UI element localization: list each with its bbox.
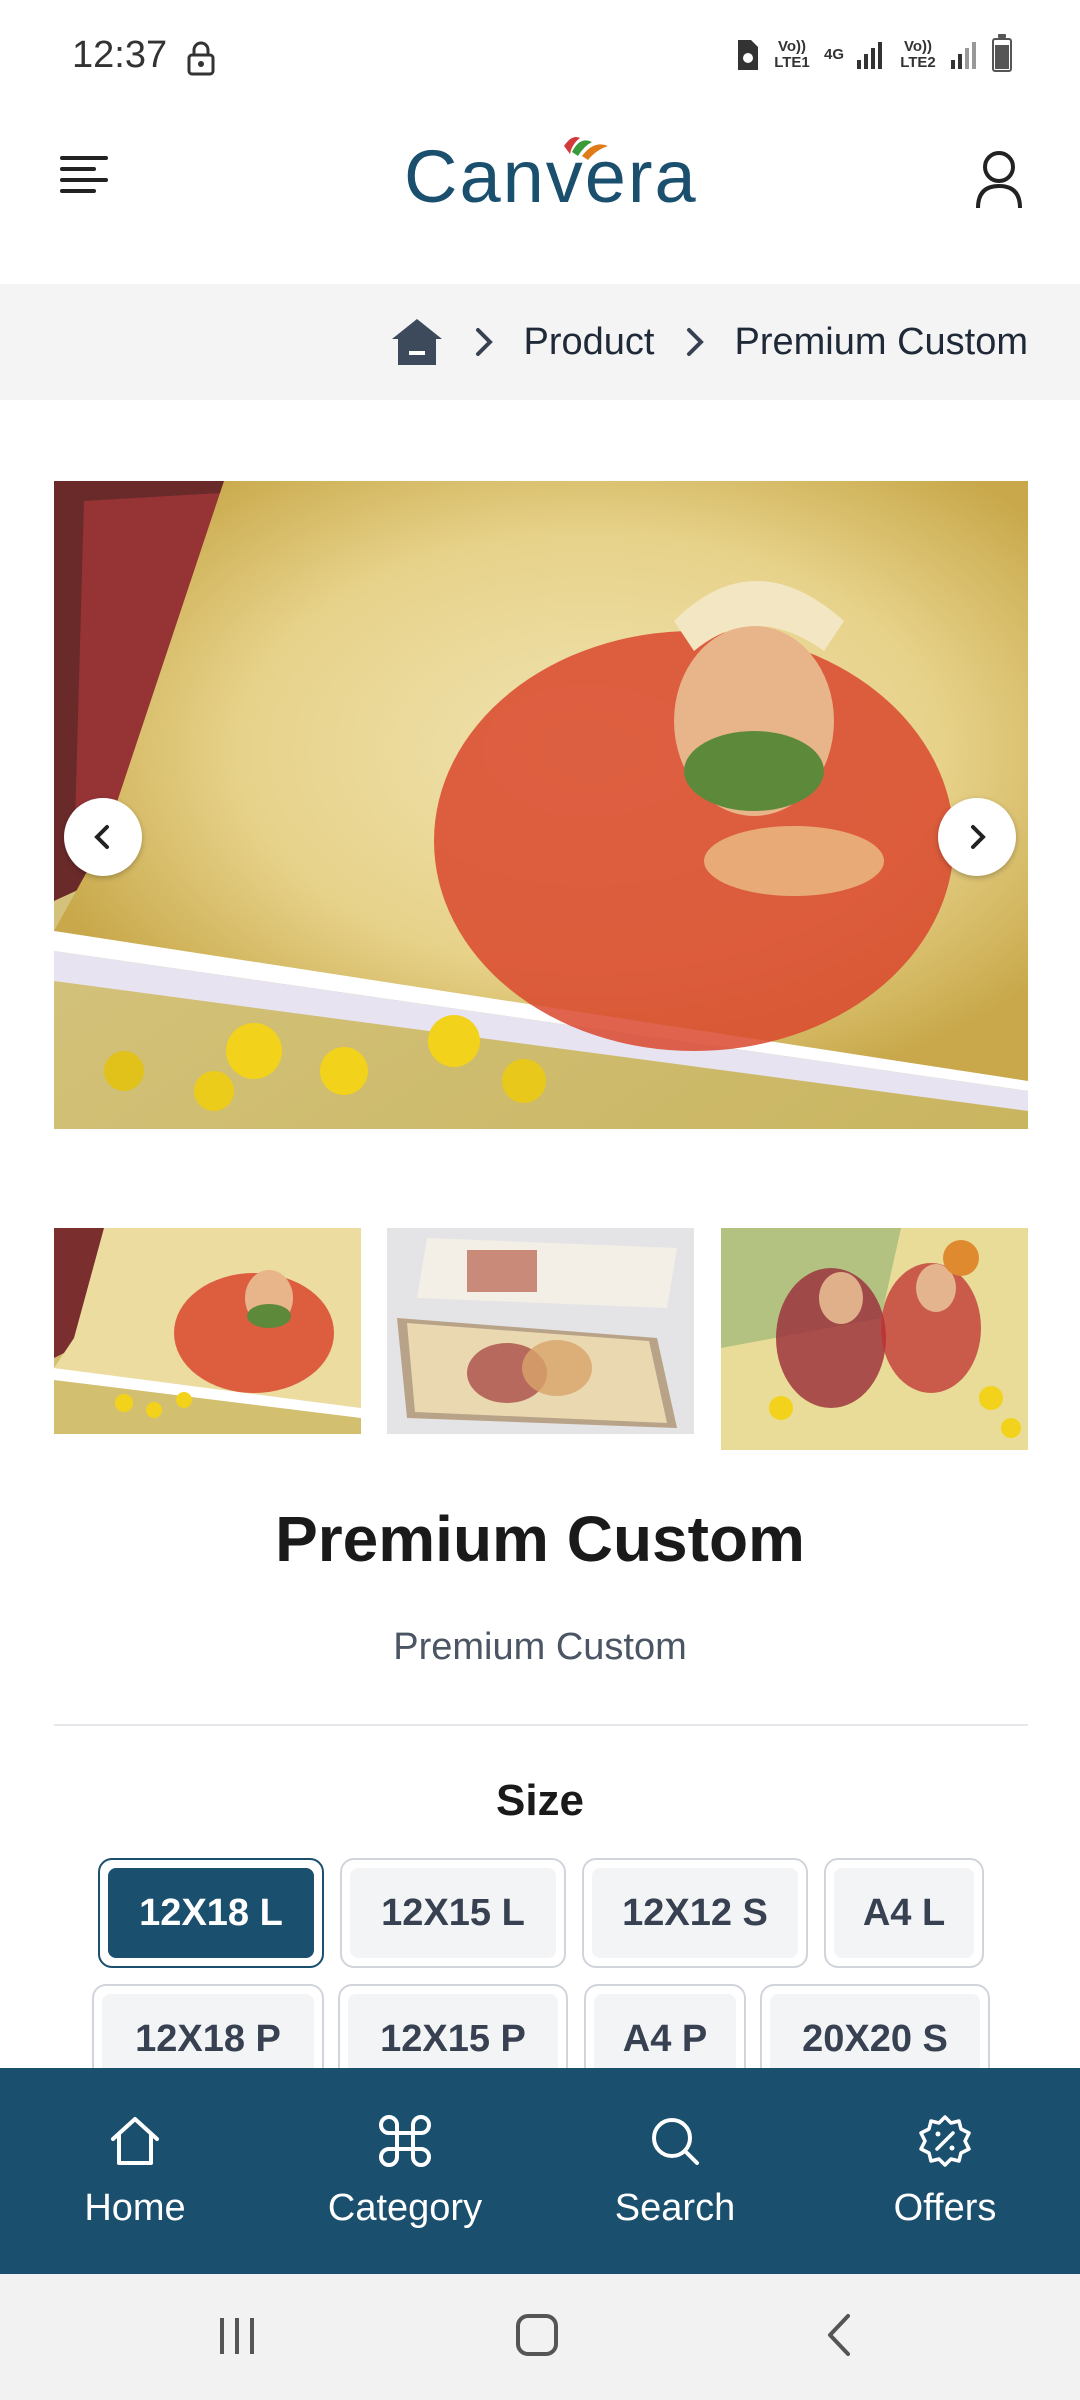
thumbnail-2[interactable] (387, 1228, 694, 1434)
sim-card-icon (737, 40, 758, 70)
status-indicators: Vo)) LTE1 4G Vo)) LTE2 (734, 34, 1012, 72)
bottom-navigation: Home Category Search Offers (0, 2068, 1080, 2274)
thumbnail-image (387, 1228, 694, 1434)
home-icon (111, 2116, 159, 2165)
size-option-12x18-l[interactable]: 12X18 L (98, 1858, 324, 1968)
user-icon[interactable] (974, 150, 1024, 210)
chevron-right-icon (475, 328, 493, 356)
status-bar: 12:37 Vo)) LTE1 4G Vo)) LTE2 (0, 0, 1080, 120)
size-option-12x12-s[interactable]: 12X12 S (582, 1858, 808, 1968)
nav-search-label: Search (614, 2186, 736, 2229)
nav-category-label: Category (327, 2186, 483, 2229)
nav-offers-label: Offers (893, 2186, 997, 2229)
battery-icon (992, 34, 1012, 72)
status-time: 12:37 (72, 34, 168, 76)
size-label: Size (495, 1776, 585, 1825)
nav-category[interactable]: Category (270, 2068, 540, 2274)
search-icon (652, 2117, 699, 2165)
recent-apps-icon[interactable] (212, 2310, 262, 2360)
divider (54, 1724, 1028, 1726)
command-icon (379, 2114, 431, 2167)
home-button-icon[interactable] (512, 2310, 562, 2360)
back-icon[interactable] (816, 2310, 866, 2360)
signal-icon (951, 42, 976, 69)
carousel-prev-button[interactable] (64, 798, 142, 876)
system-navigation-bar (0, 2274, 1080, 2400)
nav-home[interactable]: Home (0, 2068, 270, 2274)
size-option-label: A4 L (834, 1868, 974, 1958)
network-type: 4G (823, 46, 844, 63)
chevron-right-icon (971, 825, 986, 849)
size-option-12x15-l[interactable]: 12X15 L (340, 1858, 566, 1968)
breadcrumb-product[interactable]: Product (524, 321, 655, 364)
chevron-right-icon (686, 328, 704, 356)
nav-offers[interactable]: Offers (810, 2068, 1080, 2274)
sim2-status: Vo)) LTE2 (900, 38, 936, 71)
breadcrumb-current: Premium Custom (734, 320, 1029, 363)
product-title: Premium Custom (275, 1503, 805, 1575)
menu-icon[interactable] (60, 150, 110, 200)
product-main-image (54, 481, 1028, 1129)
carousel-next-button[interactable] (938, 798, 1016, 876)
thumbnail-image (54, 1228, 361, 1434)
chevron-left-icon (94, 825, 109, 849)
home-icon[interactable] (390, 317, 444, 367)
size-option-label: 12X15 L (350, 1868, 556, 1958)
size-option-label: 12X12 S (592, 1868, 798, 1958)
nav-search[interactable]: Search (540, 2068, 810, 2274)
lock-icon (187, 41, 215, 76)
nav-home-label: Home (84, 2186, 186, 2229)
thumbnail-1[interactable] (54, 1228, 361, 1434)
breadcrumb: Product Premium Custom (0, 284, 1080, 400)
badge-percent-icon (919, 2114, 971, 2167)
sim1-status: Vo)) LTE1 (774, 38, 810, 71)
signal-icon (857, 42, 882, 69)
product-image-carousel[interactable] (54, 481, 1028, 1129)
thumbnail-image (721, 1228, 1028, 1450)
product-subtitle: Premium Custom (393, 1626, 687, 1668)
canvera-logo[interactable]: Canvera (404, 132, 730, 212)
size-option-label: 12X18 L (108, 1868, 314, 1958)
svg-text:Canvera: Canvera (404, 135, 698, 212)
thumbnail-3[interactable] (721, 1228, 1028, 1450)
size-option-a4-l[interactable]: A4 L (824, 1858, 984, 1968)
